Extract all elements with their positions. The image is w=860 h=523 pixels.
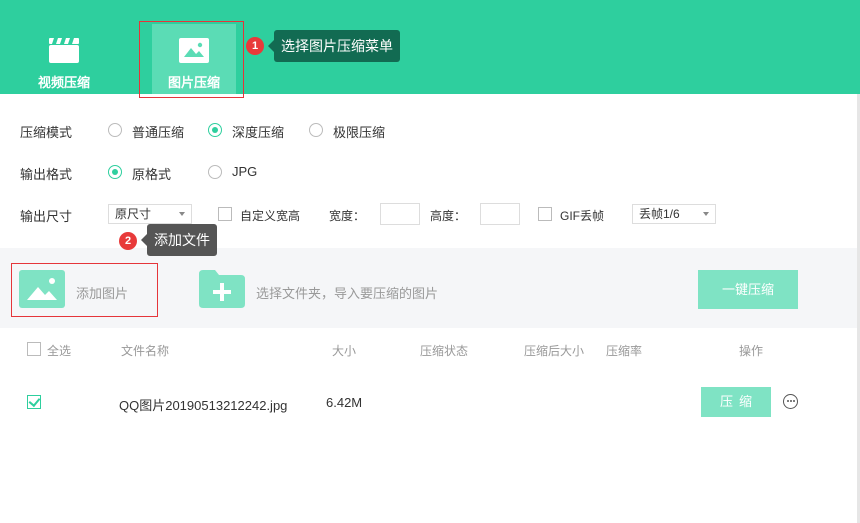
- step-badge-2: 2: [119, 232, 137, 250]
- radio-jpg-format[interactable]: [208, 165, 222, 179]
- row-checkbox[interactable]: [27, 395, 41, 409]
- file-size: 6.42M: [326, 395, 363, 410]
- compress-mode-label: 压缩模式: [20, 125, 73, 140]
- option-label: 普通压缩: [132, 125, 185, 140]
- add-folder-link[interactable]: 选择文件夹，导入要压缩的图片: [256, 283, 438, 302]
- gif-frame-select-value: 丢帧1/6: [639, 207, 680, 221]
- column-header-rate: 压缩率: [606, 344, 643, 358]
- height-input[interactable]: [480, 203, 520, 225]
- column-header-action: 操作: [739, 344, 764, 358]
- compress-all-button[interactable]: 一键压缩: [698, 270, 798, 309]
- option-label: 深度压缩: [232, 125, 285, 140]
- column-header-after-size: 压缩后大小: [524, 344, 585, 358]
- size-select[interactable]: 原尺寸: [108, 204, 192, 224]
- custom-size-label: 自定义宽高: [240, 209, 301, 223]
- column-header-select-all: 全选: [47, 344, 72, 358]
- highlight-add-image: [11, 263, 158, 317]
- column-header-size: 大小: [332, 344, 357, 358]
- tooltip-add-file: 添加文件: [141, 224, 217, 256]
- highlight-image-tab: [139, 21, 244, 98]
- tab-label: 视频压缩: [37, 75, 90, 90]
- step-badge-1: 1: [246, 37, 264, 55]
- gif-drop-frame-checkbox[interactable]: [538, 207, 552, 221]
- radio-original-format[interactable]: [108, 165, 122, 179]
- column-header-status: 压缩状态: [420, 344, 469, 358]
- option-label: 原格式: [132, 167, 172, 182]
- chevron-down-icon: [703, 212, 709, 216]
- clapperboard-icon: [49, 38, 79, 63]
- width-input[interactable]: [380, 203, 420, 225]
- select-all-checkbox[interactable]: [27, 342, 41, 356]
- option-label: 极限压缩: [333, 125, 386, 140]
- output-size-label: 输出尺寸: [20, 209, 73, 224]
- radio-deep-compress[interactable]: [208, 123, 222, 137]
- size-select-value: 原尺寸: [115, 207, 152, 221]
- output-format-label: 输出格式: [20, 167, 73, 182]
- tab-video-compress[interactable]: 视频压缩: [22, 24, 106, 94]
- tooltip-select-image-menu: 选择图片压缩菜单: [268, 30, 400, 62]
- column-header-name: 文件名称: [121, 344, 170, 358]
- gif-drop-frame-label: GIF丢帧: [560, 209, 604, 223]
- file-name: QQ图片20190513212242.jpg: [119, 398, 288, 413]
- folder-add-icon[interactable]: [199, 270, 245, 308]
- radio-normal-compress[interactable]: [108, 123, 122, 137]
- radio-extreme-compress[interactable]: [309, 123, 323, 137]
- top-toolbar: 视频压缩 图片压缩: [0, 0, 860, 94]
- option-label: JPG: [232, 164, 258, 179]
- row-compress-button[interactable]: 压缩: [701, 387, 771, 417]
- gif-frame-select[interactable]: 丢帧1/6: [632, 204, 716, 224]
- width-label: 宽度：: [329, 209, 366, 223]
- more-options-icon[interactable]: [783, 394, 798, 409]
- height-label: 高度：: [430, 209, 467, 223]
- chevron-down-icon: [179, 212, 185, 216]
- custom-size-checkbox[interactable]: [218, 207, 232, 221]
